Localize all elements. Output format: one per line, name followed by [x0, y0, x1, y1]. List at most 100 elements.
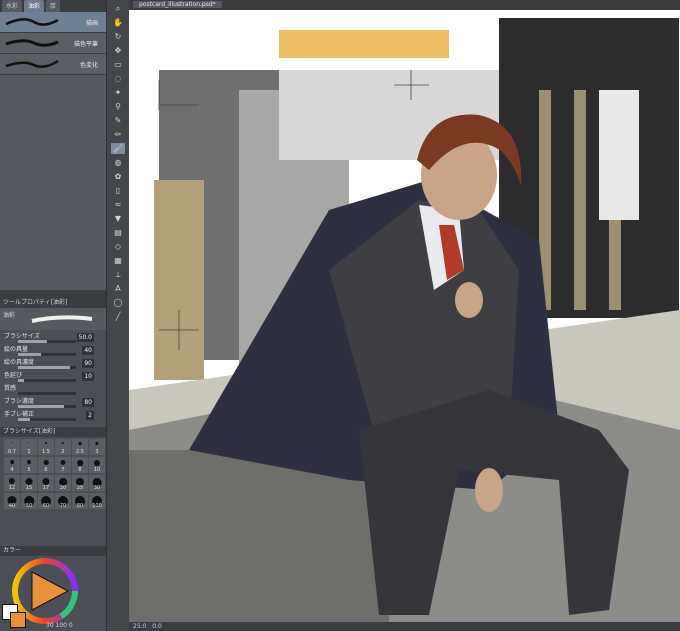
property-value[interactable]: 90 [82, 359, 94, 368]
sub-color-swatch[interactable] [10, 612, 26, 628]
tool-property-row[interactable]: 絵の具量 40 [0, 345, 106, 358]
property-value[interactable]: 2 [86, 411, 94, 420]
blend-icon[interactable]: ≈ [111, 199, 125, 210]
zoom-icon[interactable]: ⌕ [111, 3, 125, 14]
brush-size-option[interactable]: 30 [89, 475, 105, 491]
brush-size-dot [60, 460, 66, 466]
brush-size-option[interactable]: 40 [4, 493, 20, 509]
correct-line-icon[interactable]: ╱ [111, 311, 125, 322]
brush-size-option[interactable]: 60 [38, 493, 54, 509]
brush-size-label: 3 [95, 449, 99, 455]
brush-size-option[interactable]: 15 [21, 475, 37, 491]
property-slider[interactable] [18, 353, 76, 356]
brush-icon[interactable]: 🖌 [111, 143, 125, 154]
brush-size-option[interactable]: 20 [55, 475, 71, 491]
property-slider[interactable] [18, 366, 76, 369]
brush-list-empty [0, 75, 106, 290]
brush-size-option[interactable]: 4 [4, 457, 20, 473]
tool-property-row[interactable]: 絵の具濃度 90 [0, 358, 106, 371]
brush-size-label: 1 [27, 449, 31, 455]
brush-item-1[interactable]: 描画 [0, 12, 106, 33]
fill-icon[interactable]: ▼ [111, 213, 125, 224]
property-slider[interactable] [18, 392, 76, 395]
brush-size-dot [94, 460, 100, 466]
balloon-icon[interactable]: ◯ [111, 297, 125, 308]
property-slider[interactable] [18, 379, 76, 382]
canvas[interactable] [129, 10, 680, 622]
brush-size-option[interactable]: 17 [38, 475, 54, 491]
tool-property-row[interactable]: 質感 [0, 384, 106, 397]
tab-watercolor[interactable]: 水彩 [2, 0, 23, 12]
brush-size-option[interactable]: 2 [55, 439, 71, 455]
tab-thick[interactable]: 厚 [46, 0, 61, 12]
property-slider-fill [18, 353, 42, 356]
brush-name: 色変化 [79, 62, 98, 69]
property-value[interactable]: 10 [82, 372, 94, 381]
brush-size-option[interactable]: 70 [55, 493, 71, 509]
eyedropper-icon[interactable]: ⚲ [111, 101, 125, 112]
tool-property-row[interactable]: ブラシサイズ 50.0 [0, 332, 106, 345]
tool-property-row[interactable]: ブラシ濃度 80 [0, 397, 106, 410]
brush-size-dot [11, 442, 13, 443]
brush-size-label: 100 [92, 503, 102, 509]
tab-oil[interactable]: 油彩 [24, 0, 45, 12]
move-icon[interactable]: ✥ [111, 45, 125, 56]
brush-size-option[interactable]: 6 [38, 457, 54, 473]
brush-size-grid: 0.7 1 1.5 2 2.5 3 4 5 6 7 8 10 12 15 17 20 25 30 40 50 60 70 8… [0, 437, 106, 511]
brush-size-option[interactable]: 5 [21, 457, 37, 473]
brush-item-3[interactable]: 色変化 [0, 54, 106, 75]
text-icon[interactable]: A [111, 283, 125, 294]
tool-property-brush: 油彩 [3, 312, 16, 319]
brush-size-option[interactable]: 80 [72, 493, 88, 509]
brush-size-option[interactable]: 100 [89, 493, 105, 509]
property-slider[interactable] [18, 405, 76, 408]
property-slider-fill [18, 340, 47, 343]
tool-property-row[interactable]: 色延び 10 [0, 371, 106, 384]
brush-size-option[interactable]: 25 [72, 475, 88, 491]
brush-size-option[interactable]: 1.5 [38, 439, 54, 455]
brush-size-option[interactable]: 3 [89, 439, 105, 455]
brush-size-label: 2.5 [76, 449, 84, 455]
property-value[interactable]: 80 [82, 398, 94, 407]
airbrush-icon[interactable]: ◍ [111, 157, 125, 168]
select-icon[interactable]: ▭ [111, 59, 125, 70]
brush-size-option[interactable]: 10 [89, 457, 105, 473]
eraser-icon[interactable]: ▯ [111, 185, 125, 196]
wand-icon[interactable]: ✦ [111, 87, 125, 98]
property-slider[interactable] [18, 340, 76, 343]
brush-size-dot [45, 442, 47, 444]
brush-size-dot [61, 442, 65, 445]
hand-icon[interactable]: ✋ [111, 17, 125, 28]
lasso-icon[interactable]: ◌ [111, 73, 125, 84]
property-value[interactable]: 50.0 [76, 333, 94, 342]
left-panel: 水彩 油彩 厚 描画 描色平筆 色変化 ツールプロパティ[油彩] 油彩 ブラシサ… [0, 0, 106, 631]
tool-property-row[interactable]: 手ブレ補正 2 [0, 410, 106, 423]
brush-size-option[interactable]: 1 [21, 439, 37, 455]
brush-size-label: 50 [25, 503, 33, 509]
brush-item-2[interactable]: 描色平筆 [0, 33, 106, 54]
rotate-icon[interactable]: ↻ [111, 31, 125, 42]
brush-size-option[interactable]: 0.7 [4, 439, 20, 455]
tool-property-header: ツールプロパティ[油彩] [0, 298, 106, 308]
brush-size-option[interactable]: 8 [72, 457, 88, 473]
zoom-readout: 25.0 [133, 623, 147, 630]
brush-size-label: 1.5 [42, 449, 50, 455]
pen-icon[interactable]: ✎ [111, 115, 125, 126]
brush-size-option[interactable]: 50 [21, 493, 37, 509]
frame-icon[interactable]: ▦ [111, 255, 125, 266]
property-slider[interactable] [18, 418, 76, 421]
property-value[interactable]: 40 [82, 346, 94, 355]
angle-readout: 0.0 [152, 623, 162, 630]
shape-icon[interactable]: ◇ [111, 241, 125, 252]
property-slider-fill [18, 418, 30, 421]
canvas-tab-title[interactable]: postcard_illustration.psd* [133, 1, 222, 8]
tool-property-preview: 油彩 [0, 308, 106, 330]
brush-size-label: 12 [8, 485, 16, 491]
decoration-icon[interactable]: ✿ [111, 171, 125, 182]
ruler-icon[interactable]: ⟂ [111, 269, 125, 280]
gradient-icon[interactable]: ▤ [111, 227, 125, 238]
pencil-icon[interactable]: ✏ [111, 129, 125, 140]
brush-size-option[interactable]: 2.5 [72, 439, 88, 455]
brush-size-option[interactable]: 12 [4, 475, 20, 491]
brush-size-option[interactable]: 7 [55, 457, 71, 473]
